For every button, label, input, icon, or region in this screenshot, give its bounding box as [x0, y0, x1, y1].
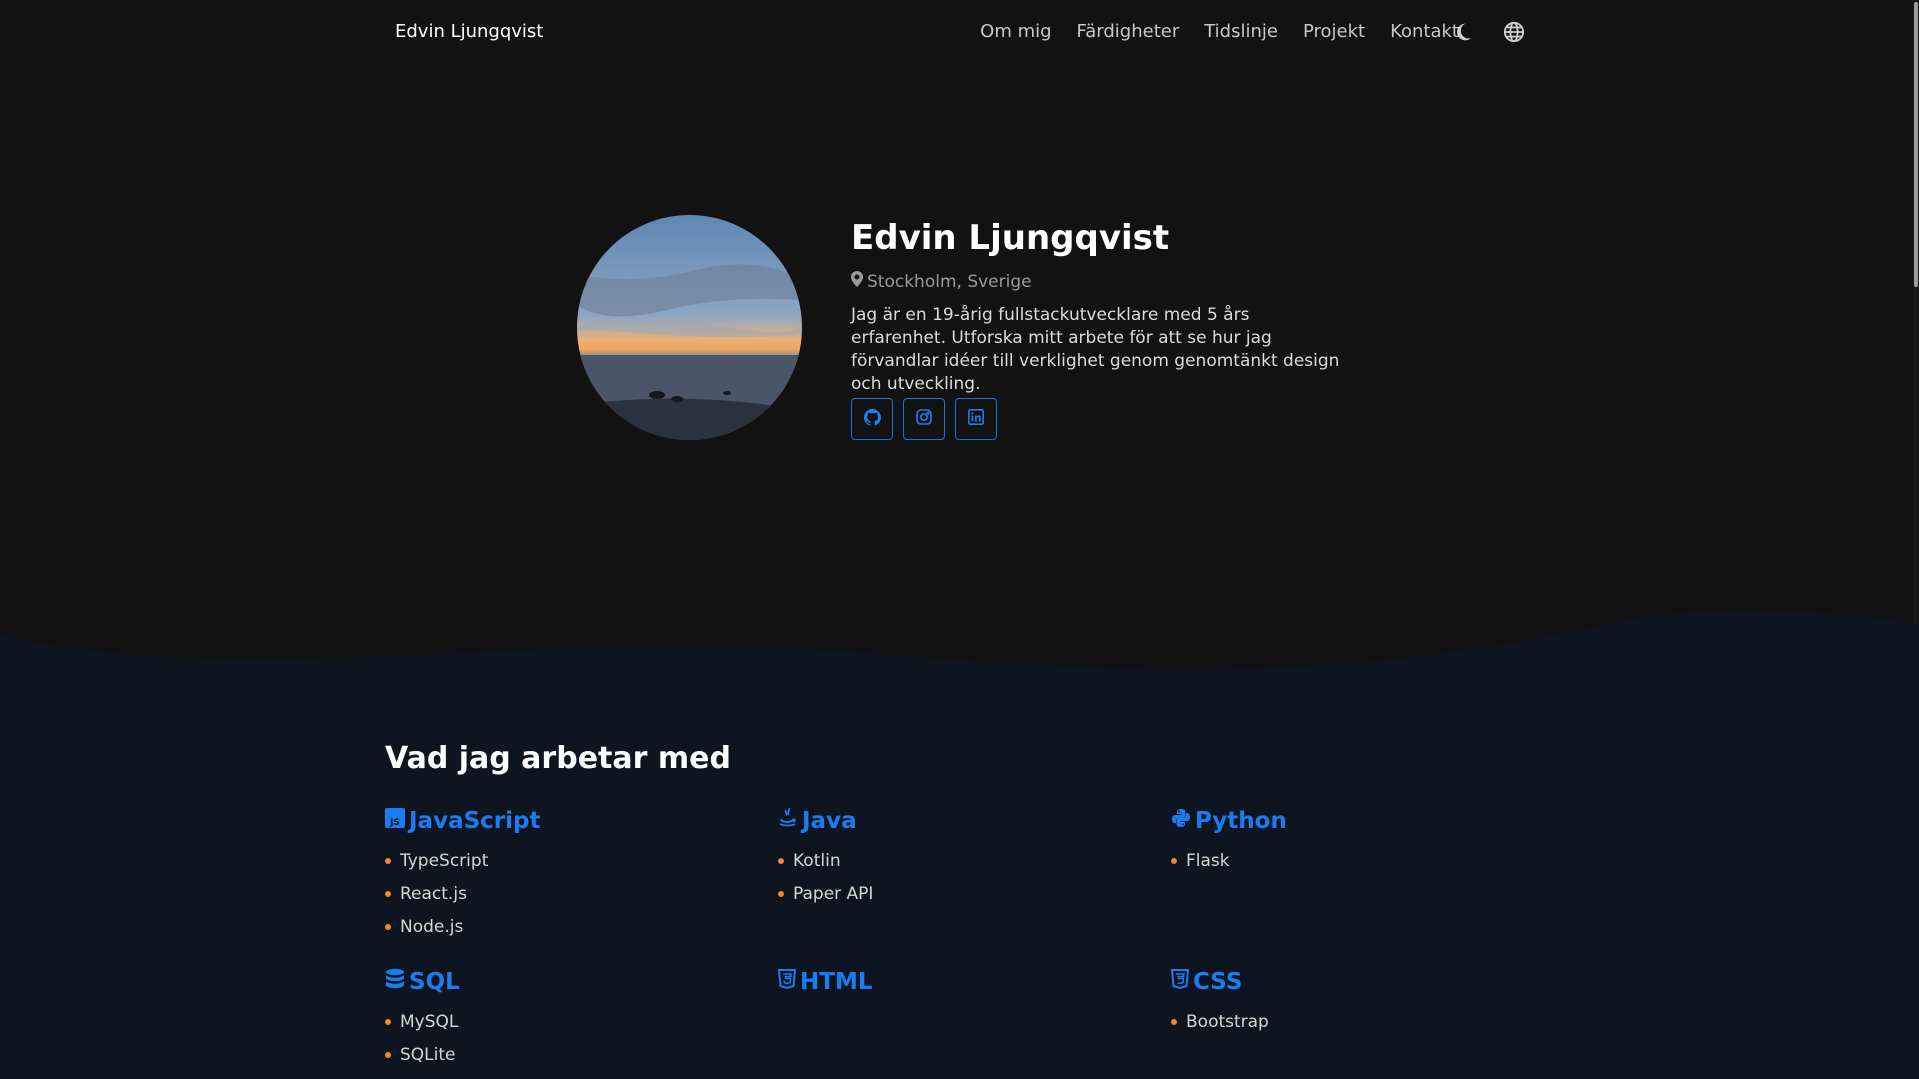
- nav-link-kontakt[interactable]: Kontakt: [1390, 21, 1459, 42]
- skill-group-title: HTML: [800, 969, 873, 995]
- skill-item: SQLite: [385, 1038, 745, 1071]
- skill-item: Bootstrap: [1171, 1005, 1531, 1038]
- hero-location-text: Stockholm, Sverige: [867, 271, 1032, 292]
- map-marker-icon: [851, 271, 863, 292]
- skill-item: MySQL: [385, 1005, 745, 1038]
- social-links: [851, 398, 997, 440]
- skills-title: Vad jag arbetar med: [385, 741, 731, 776]
- python-icon: [1171, 808, 1191, 834]
- skill-group-python: Python Flask: [1171, 806, 1531, 877]
- hero-location: Stockholm, Sverige: [851, 271, 1032, 292]
- css3-icon: [1170, 969, 1190, 995]
- skill-group-sql: SQL MySQL SQLite: [385, 967, 745, 1071]
- skill-group-java: Java Kotlin Paper API: [778, 806, 1138, 910]
- skill-list: Bootstrap: [1171, 1005, 1531, 1038]
- skill-item: Node.js: [385, 910, 745, 943]
- skill-group-title: Java: [802, 808, 857, 834]
- nav-link-tidslinje[interactable]: Tidslinje: [1204, 21, 1278, 42]
- skill-group-title: CSS: [1193, 969, 1243, 995]
- skill-list: MySQL SQLite: [385, 1005, 745, 1071]
- skill-group-title: JavaScript: [409, 808, 541, 834]
- globe-icon[interactable]: [1502, 20, 1526, 44]
- skill-item: Kotlin: [778, 844, 1138, 877]
- hero-name: Edvin Ljungqvist: [851, 218, 1170, 258]
- html5-icon: [777, 969, 797, 995]
- linkedin-icon: [968, 409, 984, 429]
- scrollbar-thumb[interactable]: [1914, 2, 1918, 287]
- moon-icon[interactable]: [1451, 20, 1475, 44]
- instagram-button[interactable]: [903, 398, 945, 440]
- avatar: [577, 215, 802, 440]
- skill-group-css: CSS Bootstrap: [1170, 967, 1531, 1038]
- skill-group-title: SQL: [409, 969, 460, 995]
- java-icon: [778, 807, 798, 835]
- skill-list: Flask: [1171, 844, 1531, 877]
- linkedin-button[interactable]: [955, 398, 997, 440]
- skill-item: Flask: [1171, 844, 1531, 877]
- section-wave: [0, 610, 1919, 690]
- skill-list: Kotlin Paper API: [778, 844, 1138, 910]
- svg-text:JS: JS: [389, 818, 400, 828]
- nav-link-om-mig[interactable]: Om mig: [980, 21, 1051, 42]
- brand-link[interactable]: Edvin Ljungqvist: [395, 21, 543, 42]
- skill-group-title: Python: [1195, 808, 1287, 834]
- database-icon: [385, 968, 405, 996]
- skill-list: TypeScript React.js Node.js: [385, 844, 745, 943]
- skill-item: TypeScript: [385, 844, 745, 877]
- skill-group-html: HTML: [777, 967, 1138, 997]
- js-icon: JS: [385, 808, 405, 834]
- nav-link-fardigheter[interactable]: Färdigheter: [1077, 21, 1180, 42]
- skill-item: Paper API: [778, 877, 1138, 910]
- github-button[interactable]: [851, 398, 893, 440]
- github-icon: [863, 408, 881, 430]
- navbar: Edvin Ljungqvist Om mig Färdigheter Tids…: [0, 0, 1919, 66]
- hero-bio: Jag är en 19-årig fullstackutvecklare me…: [851, 305, 1340, 394]
- nav-links: Om mig Färdigheter Tidslinje Projekt Kon…: [980, 21, 1459, 42]
- skill-group-javascript: JS JavaScript TypeScript React.js Node.j…: [385, 806, 745, 943]
- instagram-icon: [916, 409, 932, 429]
- nav-link-projekt[interactable]: Projekt: [1303, 21, 1365, 42]
- skill-item: React.js: [385, 877, 745, 910]
